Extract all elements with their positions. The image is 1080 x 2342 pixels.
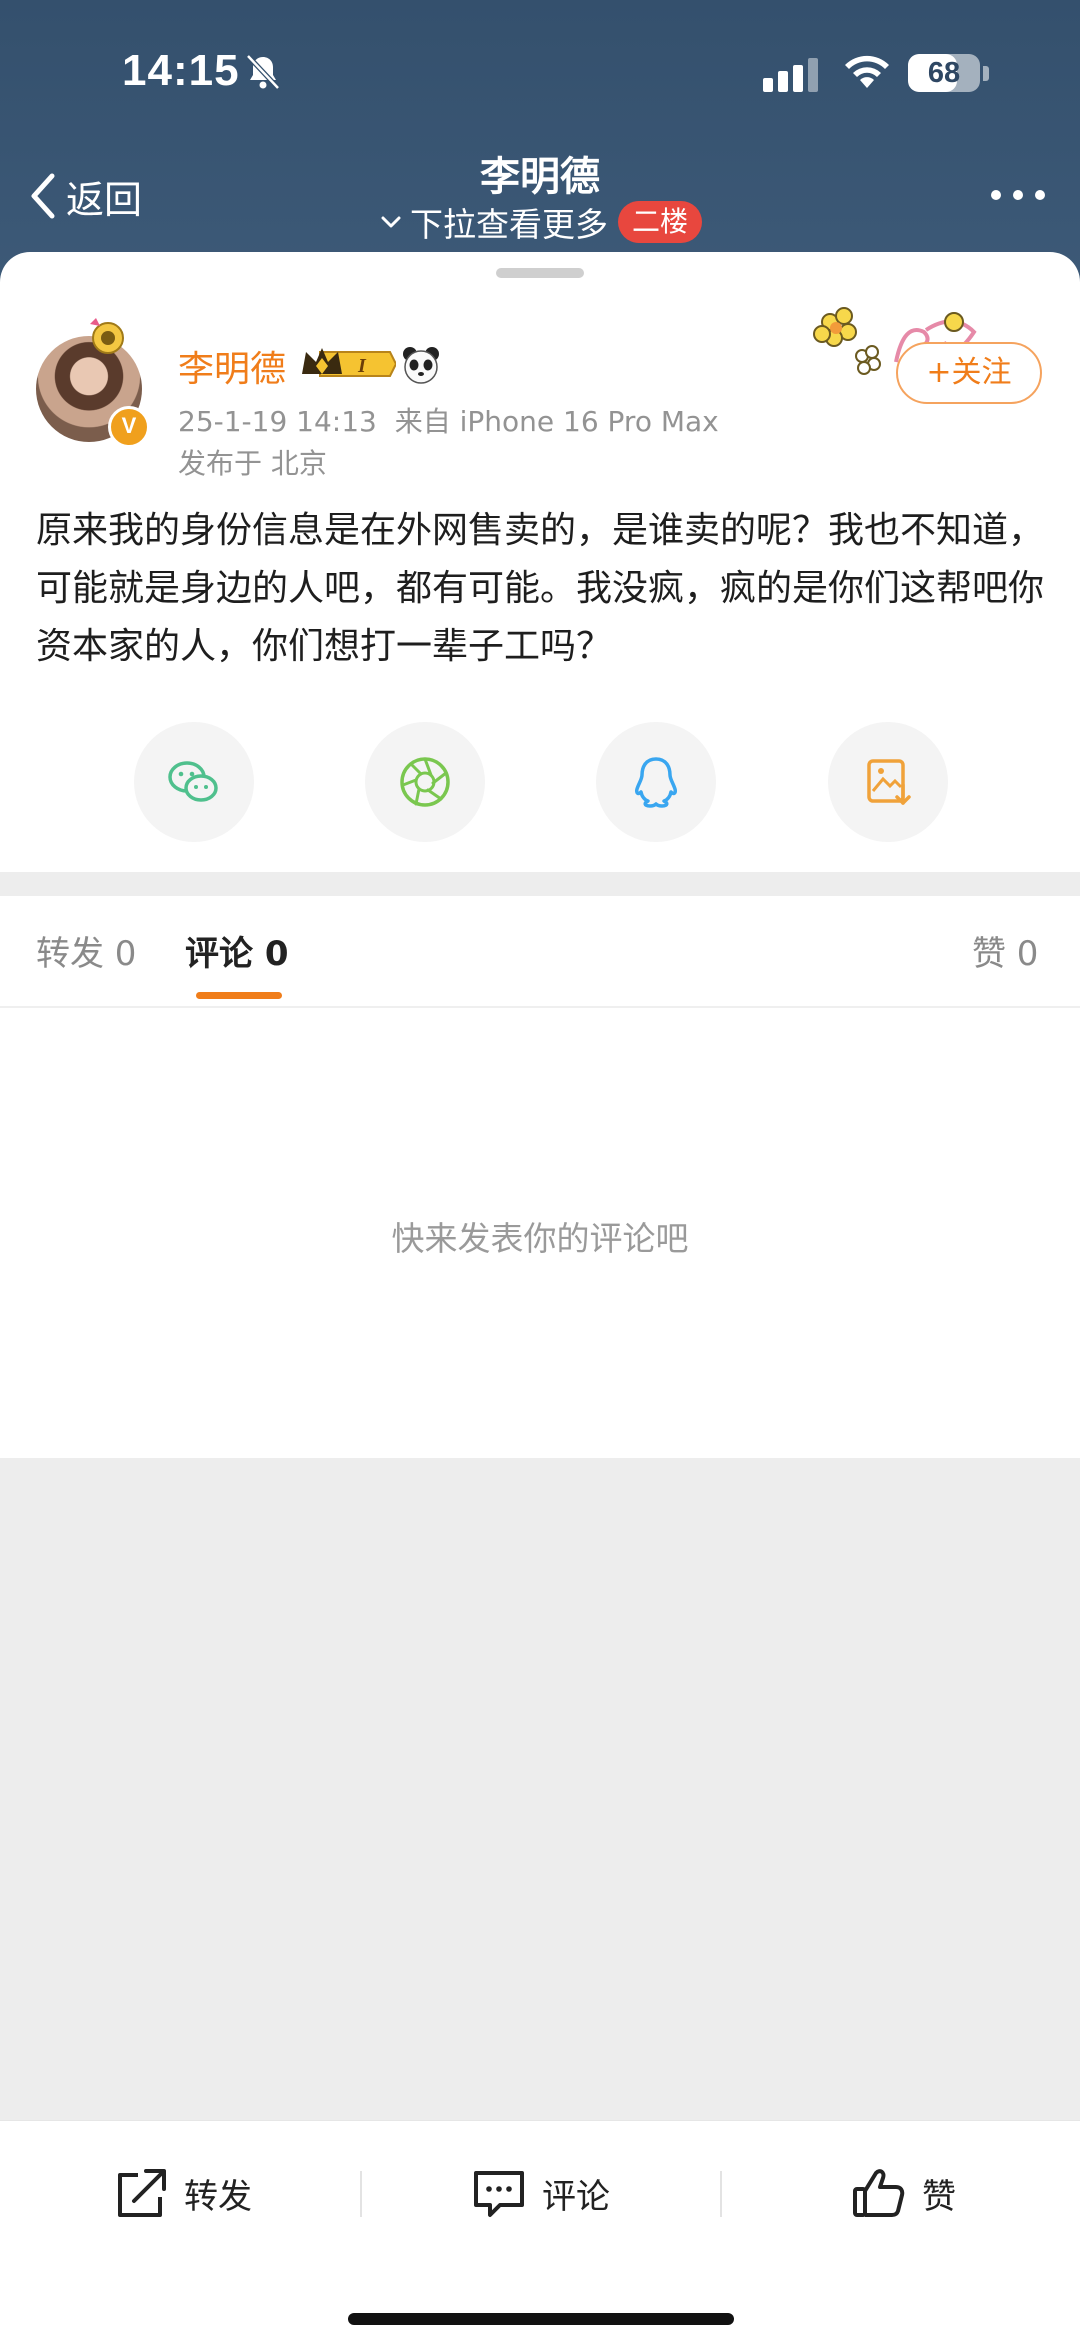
home-indicator bbox=[348, 2313, 734, 2325]
post-card: V 李明德 I 25-1-19 14:13 来自 iPhone 16 Pro M… bbox=[0, 252, 1080, 872]
like-label: 赞 bbox=[922, 2176, 956, 2217]
panda-icon[interactable] bbox=[400, 344, 442, 386]
wechat-icon bbox=[168, 761, 218, 802]
sheet-grabber[interactable] bbox=[496, 268, 584, 278]
share-wechat-button[interactable] bbox=[134, 722, 254, 842]
tab-repost[interactable]: 转发 0 bbox=[36, 926, 136, 975]
repost-icon bbox=[118, 2169, 166, 2217]
tab-comment[interactable]: 评论 0 bbox=[185, 926, 289, 975]
avatar-pendant-icon bbox=[90, 318, 124, 354]
pull-down-hint[interactable]: 下拉查看更多 二楼 bbox=[0, 198, 1080, 246]
share-moments-button[interactable] bbox=[365, 722, 485, 842]
post-text: 原来我的身份信息是在外网售卖的，是谁卖的呢？我也不知道，可能就是身边的人吧，都有… bbox=[36, 510, 1045, 667]
post-date: 25-1-19 14:13 bbox=[178, 405, 377, 438]
floor-badge: 二楼 bbox=[617, 201, 702, 243]
verified-badge: V bbox=[108, 406, 150, 448]
post-meta: 25-1-19 14:13 来自 iPhone 16 Pro Max bbox=[178, 400, 719, 440]
save-image-button[interactable] bbox=[828, 722, 948, 842]
page-title: 李明德 bbox=[480, 154, 600, 200]
post-location: 发布于 北京 bbox=[178, 447, 327, 480]
vip-level: I bbox=[357, 355, 367, 377]
bar-separator bbox=[720, 2171, 722, 2217]
save-image-icon bbox=[867, 759, 911, 805]
repost-button[interactable]: 转发 bbox=[112, 2165, 252, 2221]
cellular-signal-icon bbox=[763, 58, 818, 92]
share-qq-button[interactable] bbox=[596, 722, 716, 842]
empty-comments-hint: 快来发表你的评论吧 bbox=[391, 1219, 689, 1258]
status-time: 14:15 bbox=[122, 46, 240, 95]
wifi-icon bbox=[845, 55, 889, 88]
comment-label: 评论 bbox=[542, 2176, 610, 2217]
moments-icon bbox=[400, 757, 450, 807]
comment-icon bbox=[474, 2171, 524, 2217]
interaction-tabs: 转发 0 评论 0 赞 0 快来发表你的评论吧 bbox=[0, 896, 1080, 1458]
tab-like[interactable]: 赞 0 bbox=[972, 926, 1038, 975]
thumbs-up-icon bbox=[853, 2169, 905, 2217]
battery-tip bbox=[983, 66, 989, 81]
battery-icon: 68 bbox=[908, 54, 980, 92]
author-name[interactable]: 李明德 bbox=[178, 340, 286, 392]
vip-crown-icon[interactable]: I bbox=[300, 344, 396, 384]
bar-separator bbox=[360, 2171, 362, 2217]
more-options-icon[interactable] bbox=[988, 187, 1048, 203]
comment-button[interactable]: 评论 bbox=[470, 2165, 610, 2221]
bell-muted-icon bbox=[246, 54, 280, 90]
pull-down-label: 下拉查看更多 bbox=[409, 205, 608, 244]
follow-button[interactable]: +关注 bbox=[896, 342, 1042, 404]
like-button[interactable]: 赞 bbox=[850, 2165, 956, 2221]
bottom-action-bar: 转发 评论 赞 bbox=[0, 2120, 1080, 2342]
tabs-divider bbox=[0, 1006, 1080, 1008]
active-tab-indicator bbox=[196, 992, 282, 999]
qq-icon bbox=[635, 757, 677, 808]
repost-label: 转发 bbox=[184, 2176, 252, 2217]
battery-level: 68 bbox=[927, 57, 961, 89]
chevron-down-icon bbox=[381, 216, 401, 228]
post-source: 来自 iPhone 16 Pro Max bbox=[394, 405, 719, 438]
